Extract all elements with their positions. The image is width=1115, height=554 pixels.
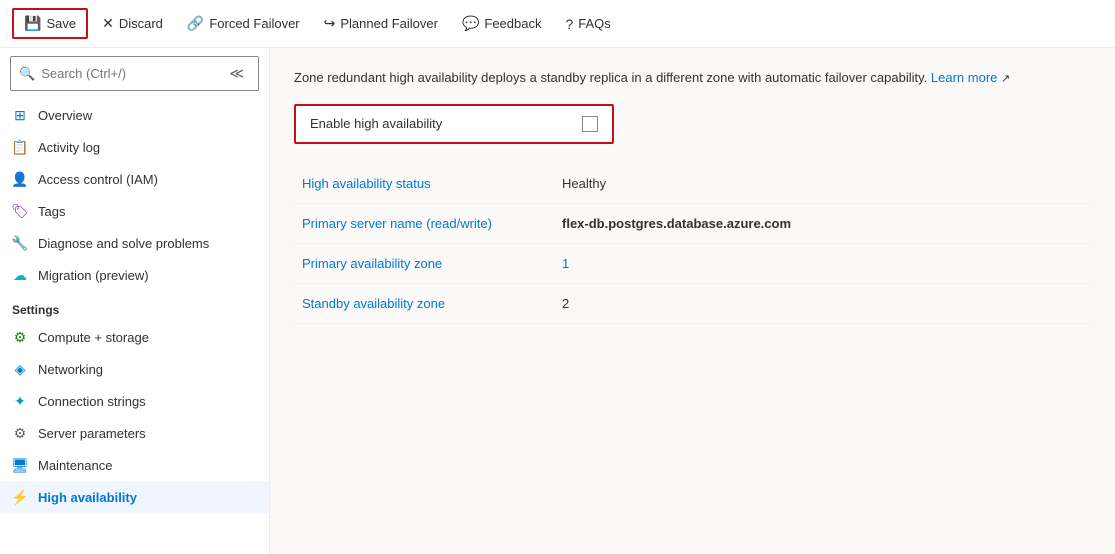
prop-value: 2 (554, 283, 1091, 323)
compute-storage-icon: ⚙ (12, 329, 28, 345)
prop-label: High availability status (294, 164, 554, 204)
table-row: Primary availability zone1 (294, 243, 1091, 283)
table-row: High availability statusHealthy (294, 164, 1091, 204)
save-button[interactable]: 💾 Save (12, 8, 88, 39)
high-availability-icon: ⚡ (12, 489, 28, 505)
settings-section-label: Settings (0, 291, 269, 321)
table-row: Standby availability zone2 (294, 283, 1091, 323)
sidebar-item-overview[interactable]: ⊞ Overview (0, 99, 269, 131)
search-input[interactable] (41, 66, 217, 81)
sidebar-item-label: Networking (38, 362, 103, 377)
content-area: Zone redundant high availability deploys… (270, 48, 1115, 554)
content-description: Zone redundant high availability deploys… (294, 68, 1091, 88)
sidebar-item-access-control[interactable]: 👤 Access control (IAM) (0, 163, 269, 195)
enable-ha-checkbox[interactable] (582, 116, 598, 132)
sidebar-item-label: Diagnose and solve problems (38, 236, 209, 251)
sidebar-item-label: Maintenance (38, 458, 112, 473)
sidebar-item-label: Access control (IAM) (38, 172, 158, 187)
access-control-icon: 👤 (12, 171, 28, 187)
planned-failover-icon: ↪ (324, 15, 336, 32)
activity-log-icon: 📋 (12, 139, 28, 155)
sidebar-item-high-availability[interactable]: ⚡ High availability (0, 481, 269, 513)
search-icon: 🔍 (19, 66, 35, 82)
sidebar-item-connection-strings[interactable]: ✦ Connection strings (0, 385, 269, 417)
migration-icon: ☁ (12, 267, 28, 283)
discard-label: Discard (119, 16, 163, 31)
networking-icon: ◈ (12, 361, 28, 377)
learn-more-link[interactable]: Learn more (931, 70, 997, 85)
server-parameters-icon: ⚙ (12, 425, 28, 441)
prop-value: 1 (554, 243, 1091, 283)
sidebar-item-label: High availability (38, 490, 137, 505)
sidebar-item-networking[interactable]: ◈ Networking (0, 353, 269, 385)
sidebar-item-server-parameters[interactable]: ⚙ Server parameters (0, 417, 269, 449)
sidebar: 🔍 ≪ ⊞ Overview 📋 Activity log 👤 Access c… (0, 48, 270, 554)
faqs-button[interactable]: ? FAQs (555, 11, 620, 37)
prop-label: Standby availability zone (294, 283, 554, 323)
faqs-icon: ? (565, 16, 573, 32)
sidebar-item-migration[interactable]: ☁ Migration (preview) (0, 259, 269, 291)
toolbar: 💾 Save ✕ Discard 🔗 Forced Failover ↪ Pla… (0, 0, 1115, 48)
faqs-label: FAQs (578, 16, 611, 31)
save-icon: 💾 (24, 15, 41, 32)
prop-label: Primary server name (read/write) (294, 203, 554, 243)
sidebar-item-label: Server parameters (38, 426, 146, 441)
feedback-button[interactable]: 💬 Feedback (452, 10, 552, 37)
sidebar-item-maintenance[interactable]: 🖥 Maintenance (0, 449, 269, 481)
sidebar-item-label: Tags (38, 204, 65, 219)
sidebar-item-activity-log[interactable]: 📋 Activity log (0, 131, 269, 163)
sidebar-item-label: Activity log (38, 140, 100, 155)
prop-value: Healthy (554, 164, 1091, 204)
discard-icon: ✕ (102, 15, 114, 32)
sidebar-item-diagnose[interactable]: 🔧 Diagnose and solve problems (0, 227, 269, 259)
discard-button[interactable]: ✕ Discard (92, 10, 173, 37)
diagnose-icon: 🔧 (12, 235, 28, 251)
save-label: Save (46, 16, 76, 31)
sidebar-item-tags[interactable]: 🏷 Tags (0, 195, 269, 227)
sidebar-item-label: Connection strings (38, 394, 146, 409)
prop-value: flex-db.postgres.database.azure.com (554, 203, 1091, 243)
maintenance-icon: 🖥 (12, 457, 28, 473)
feedback-icon: 💬 (462, 15, 479, 32)
properties-table: High availability statusHealthyPrimary s… (294, 164, 1091, 324)
sidebar-item-compute-storage[interactable]: ⚙ Compute + storage (0, 321, 269, 353)
external-link-icon: ↗ (1001, 73, 1010, 85)
enable-ha-box: Enable high availability (294, 104, 614, 144)
search-box[interactable]: 🔍 ≪ (10, 56, 259, 91)
sidebar-item-label: Compute + storage (38, 330, 149, 345)
enable-ha-label: Enable high availability (310, 116, 572, 131)
forced-failover-icon: 🔗 (187, 15, 204, 32)
prop-label: Primary availability zone (294, 243, 554, 283)
sidebar-item-label: Overview (38, 108, 92, 123)
feedback-label: Feedback (484, 16, 541, 31)
overview-icon: ⊞ (12, 107, 28, 123)
connection-strings-icon: ✦ (12, 393, 28, 409)
forced-failover-label: Forced Failover (209, 16, 299, 31)
main-layout: 🔍 ≪ ⊞ Overview 📋 Activity log 👤 Access c… (0, 48, 1115, 554)
planned-failover-button[interactable]: ↪ Planned Failover (314, 10, 448, 37)
forced-failover-button[interactable]: 🔗 Forced Failover (177, 10, 310, 37)
collapse-button[interactable]: ≪ (223, 61, 250, 86)
planned-failover-label: Planned Failover (340, 16, 438, 31)
sidebar-item-label: Migration (preview) (38, 268, 149, 283)
tags-icon: 🏷 (12, 203, 28, 219)
table-row: Primary server name (read/write)flex-db.… (294, 203, 1091, 243)
